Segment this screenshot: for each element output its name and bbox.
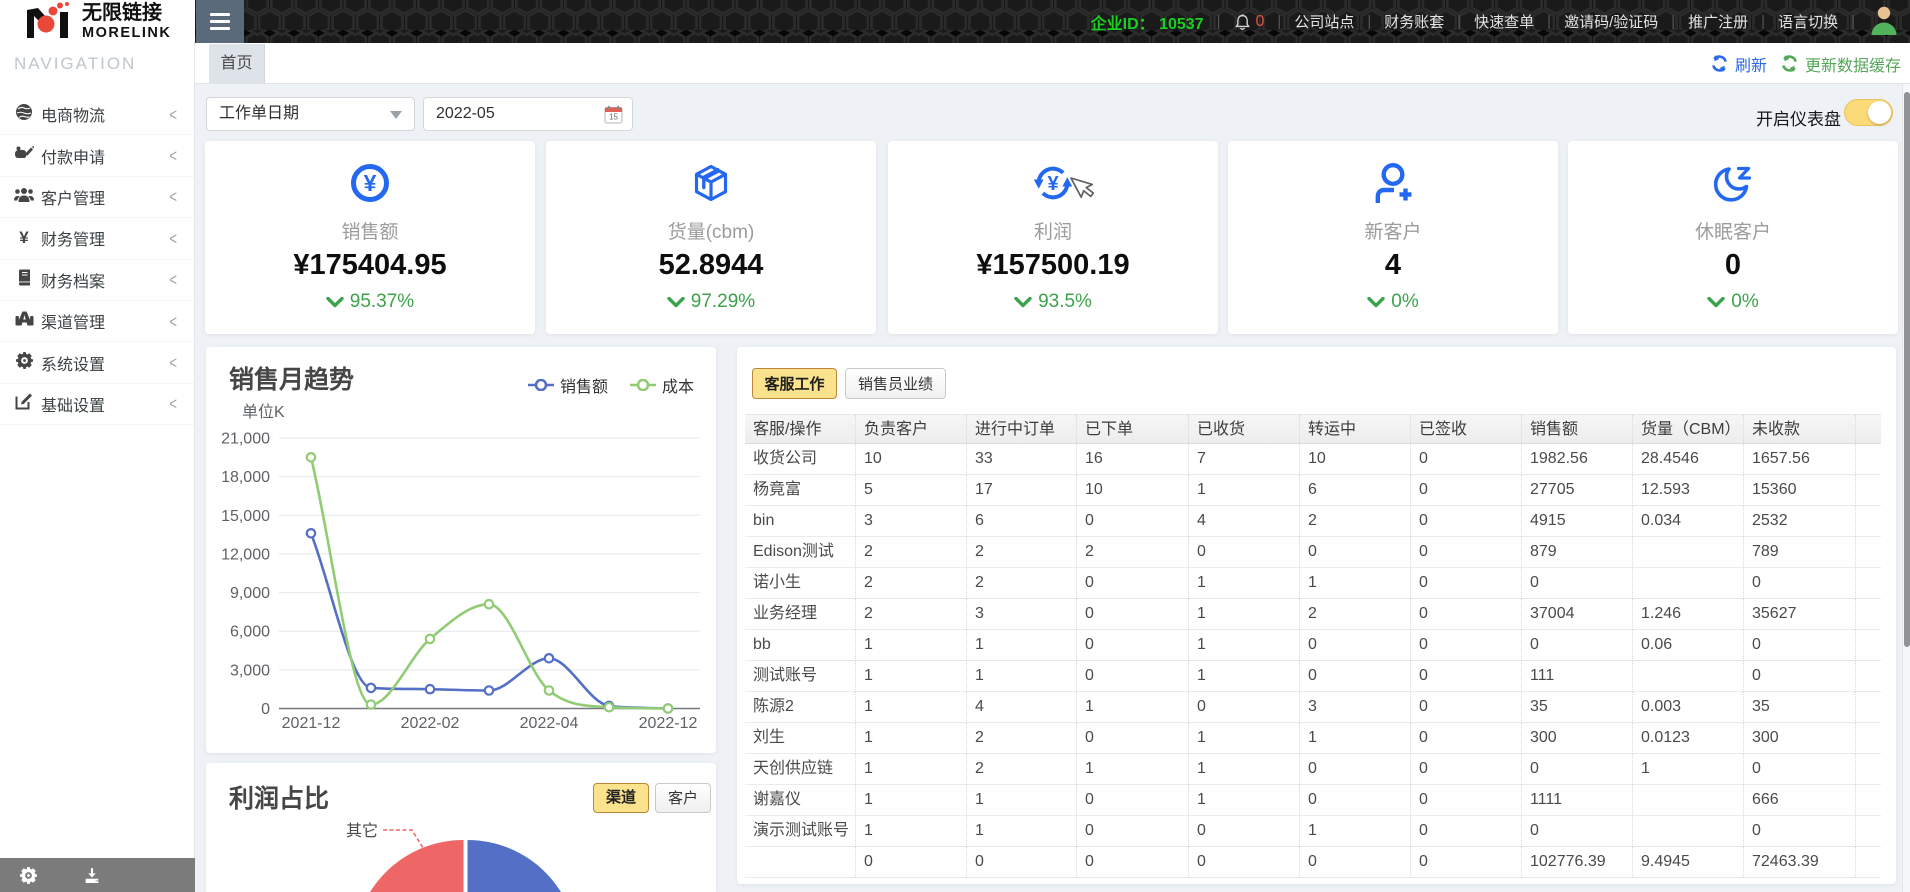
svg-text:2022-04: 2022-04 bbox=[520, 715, 579, 732]
svg-text:15: 15 bbox=[609, 113, 618, 122]
svg-text:9,000: 9,000 bbox=[230, 585, 270, 602]
svg-text:3,000: 3,000 bbox=[230, 662, 270, 679]
svg-text:无限链接: 无限链接 bbox=[82, 0, 162, 24]
svg-text:单位K: 单位K bbox=[242, 403, 285, 421]
svg-text:12,000: 12,000 bbox=[221, 546, 270, 563]
svg-text:18,000: 18,000 bbox=[221, 469, 270, 486]
svg-text:6,000: 6,000 bbox=[230, 624, 270, 641]
svg-text:2021-12: 2021-12 bbox=[282, 715, 341, 732]
svg-text:15,000: 15,000 bbox=[221, 508, 270, 525]
svg-text:MORELINK: MORELINK bbox=[82, 25, 171, 41]
svg-text:¥: ¥ bbox=[364, 170, 377, 196]
svg-text:¥: ¥ bbox=[1047, 173, 1059, 195]
svg-text:2022-02: 2022-02 bbox=[401, 715, 460, 732]
svg-text:21,000: 21,000 bbox=[221, 431, 270, 448]
svg-text:其它: 其它 bbox=[346, 822, 378, 840]
svg-text:2022-12: 2022-12 bbox=[639, 715, 698, 732]
svg-text:0: 0 bbox=[261, 701, 270, 718]
